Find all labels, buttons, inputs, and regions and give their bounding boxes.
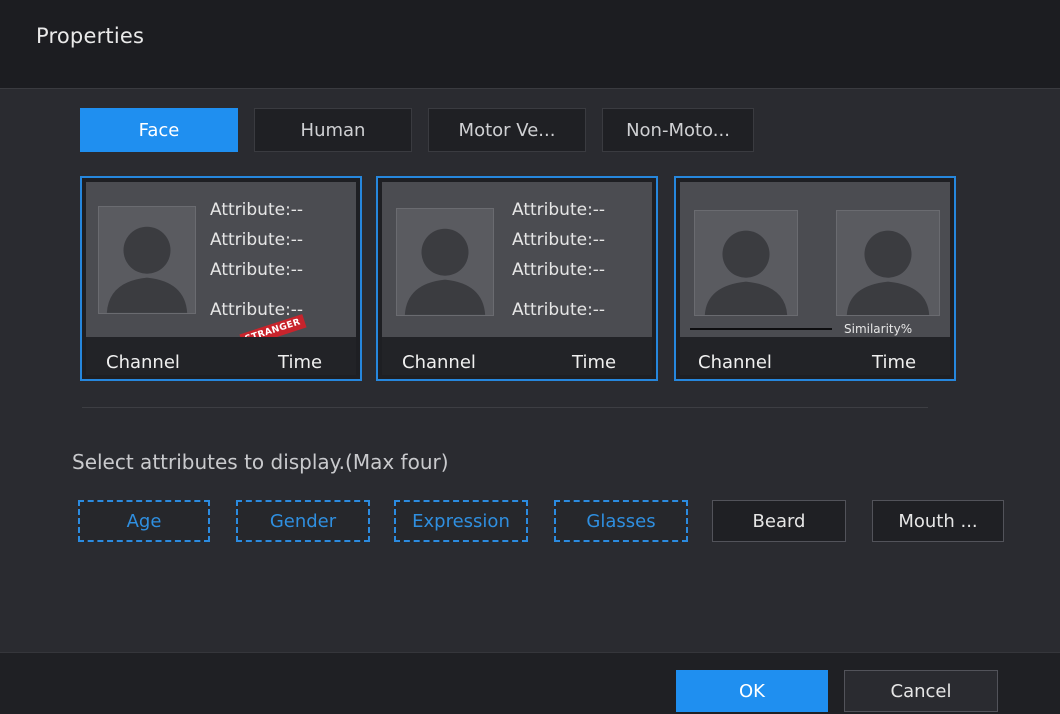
preview-card-stranger[interactable]: Attribute:-- Attribute:-- Attribute:-- A… xyxy=(80,176,362,381)
tab-human[interactable]: Human xyxy=(254,108,412,152)
attribute-line: Attribute:-- xyxy=(210,230,304,250)
channel-label: Channel xyxy=(402,352,476,373)
attribute-line: Attribute:-- xyxy=(512,200,606,220)
person-silhouette-icon xyxy=(846,230,930,315)
person-silhouette-icon xyxy=(106,226,188,313)
title-bar: Properties xyxy=(0,0,1060,89)
attribute-mouth-button[interactable]: Mouth ... xyxy=(872,500,1004,542)
attribute-hint: Select attributes to display.(Max four) xyxy=(72,450,449,474)
time-label: Time xyxy=(278,352,323,373)
dialog-title: Properties xyxy=(36,24,145,48)
time-label: Time xyxy=(872,352,917,373)
properties-dialog: Properties Face Human Motor Ve... Non-Mo… xyxy=(0,0,1060,714)
similarity-label: Similarity% xyxy=(844,322,913,336)
preview-card-face[interactable]: Attribute:-- Attribute:-- Attribute:-- A… xyxy=(376,176,658,381)
attribute-line: Attribute:-- xyxy=(210,200,304,220)
attribute-line: Attribute:-- xyxy=(210,300,304,320)
matched-face-placeholder-icon xyxy=(836,210,940,316)
attribute-glasses-button[interactable]: Glasses xyxy=(554,500,688,542)
channel-label: Channel xyxy=(106,352,180,373)
attribute-line: Attribute:-- xyxy=(512,260,606,280)
section-divider xyxy=(82,407,928,408)
cancel-button[interactable]: Cancel xyxy=(844,670,998,712)
preview-card-compare[interactable]: Similarity% Channel Time xyxy=(674,176,956,381)
face-placeholder-icon xyxy=(396,208,494,316)
attribute-age-button[interactable]: Age xyxy=(78,500,210,542)
channel-label: Channel xyxy=(698,352,772,373)
tab-motor-vehicle[interactable]: Motor Ve... xyxy=(428,108,586,152)
attribute-expression-button[interactable]: Expression xyxy=(394,500,528,542)
attribute-gender-button[interactable]: Gender xyxy=(236,500,370,542)
tab-non-motor-vehicle[interactable]: Non-Moto... xyxy=(602,108,754,152)
person-silhouette-icon xyxy=(404,228,486,315)
tab-face[interactable]: Face xyxy=(80,108,238,152)
face-placeholder-icon xyxy=(694,210,798,316)
attribute-line: Attribute:-- xyxy=(512,300,606,320)
person-silhouette-icon xyxy=(704,230,788,315)
attribute-beard-button[interactable]: Beard xyxy=(712,500,846,542)
similarity-bar xyxy=(690,328,832,330)
ok-button[interactable]: OK xyxy=(676,670,828,712)
face-placeholder-icon xyxy=(98,206,196,314)
attribute-line: Attribute:-- xyxy=(512,230,606,250)
time-label: Time xyxy=(572,352,617,373)
attribute-line: Attribute:-- xyxy=(210,260,304,280)
